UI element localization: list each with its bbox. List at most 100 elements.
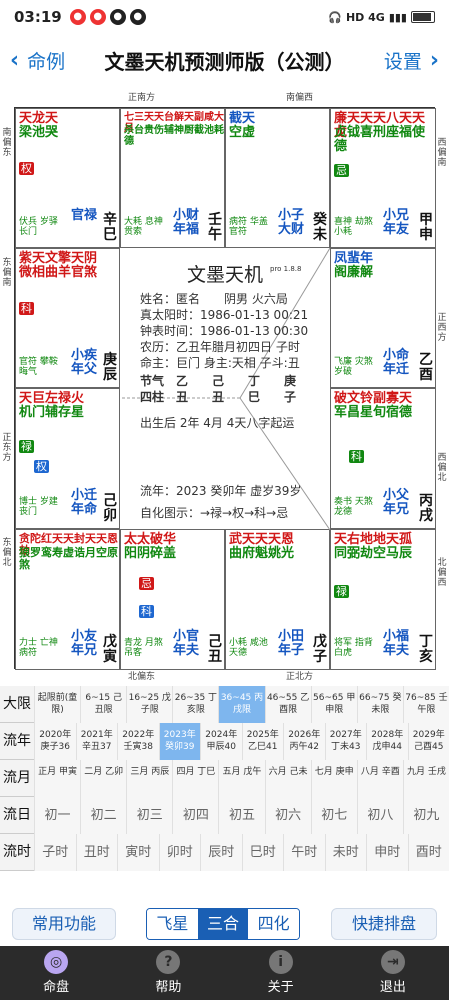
sihua-legend: 自化图示：→禄→权→科→忌 <box>140 506 289 520</box>
settings-button[interactable]: 设置 › <box>384 47 439 74</box>
back-button[interactable]: ‹ 命例 <box>10 47 65 74</box>
liuri-cell[interactable]: 初二 <box>80 797 127 834</box>
liuri-cell[interactable]: 初六 <box>264 797 311 834</box>
mode-sanhe[interactable]: 三合 <box>197 909 249 939</box>
liuyue-cell[interactable]: 三月 丙辰 <box>126 760 173 797</box>
huaji-badge: 忌 <box>139 577 154 590</box>
palace-stars-2: 杀台贵伤辅神厨截池耗德 <box>124 125 224 147</box>
liushi-cell[interactable]: 申时 <box>366 834 408 871</box>
daxian-cell[interactable]: 26~35 丁亥限 <box>172 686 219 723</box>
daxian-cell[interactable]: 46~55 乙酉限 <box>264 686 311 723</box>
liuri-cell[interactable]: 初一 <box>34 797 81 834</box>
liuyue-cell[interactable]: 二月 乙卯 <box>80 760 127 797</box>
huake-badge: 科 <box>139 605 154 618</box>
palace-cell[interactable]: 武天天天恩 曲府魁姚光 小田 年子 戊子 小耗 咸池 天德 <box>225 529 330 670</box>
tab-chart[interactable]: ◎ 命盘 <box>0 946 112 1000</box>
liuri-cell[interactable]: 初五 <box>218 797 265 834</box>
palace-cell[interactable]: 天龙天 梁池哭 权 官禄 辛巳 伏兵 岁驿 长门 <box>15 108 120 248</box>
liuyue-row: 流月 正月 甲寅 二月 乙卯 三月 丙辰 四月 丁巳 五月 戊午 六月 己未 七月 庚申 八月… <box>0 760 449 797</box>
palace-shensha: 伏兵 岁驿 长门 <box>19 217 58 237</box>
daxian-cell[interactable]: 起限前(童限) <box>34 686 81 723</box>
palace-shensha: 奏书 天煞 龙德 <box>334 497 373 517</box>
liushi-cell[interactable]: 辰时 <box>200 834 242 871</box>
liunian-cell[interactable]: 2027年 丁未43 <box>324 723 366 760</box>
quick-chart-button[interactable]: 快捷排盘 <box>331 908 437 940</box>
palace-cell[interactable]: 天巨左禄火 机门辅存星 禄 权 小迁 年命 己卯 博士 岁建 丧门 <box>15 388 120 529</box>
palace-shensha: 将军 指背 白虎 <box>334 638 373 658</box>
liunian-row: 流年 2020年 庚子36 2021年 辛丑37 2022年 壬寅38 2023年 癸… <box>0 723 449 760</box>
liunian-cell[interactable]: 2021年 辛丑37 <box>75 723 117 760</box>
daxian-cell[interactable]: 56~65 甲申限 <box>310 686 357 723</box>
palace-name: 小子 大财 <box>278 208 305 237</box>
daxian-cells: 起限前(童限) 6~15 己丑限 16~25 戊子限 26~35 丁亥限 36~45 丙… <box>34 686 449 723</box>
palace-cell[interactable]: 天右地地天孤 同弼劫空马辰 禄 小福 年夫 丁亥 将军 指背 白虎 <box>330 529 436 670</box>
liushi-cell[interactable]: 丑时 <box>75 834 117 871</box>
palace-cell[interactable]: 紫天文擎天阴 微相曲羊官煞 科 小疾 年父 庚辰 官符 攀鞍 晦气 <box>15 248 120 388</box>
liushi-cell[interactable]: 午时 <box>283 834 325 871</box>
tab-exit[interactable]: ⇥ 退出 <box>337 946 449 1000</box>
daxian-cell[interactable]: 76~85 壬午限 <box>402 686 449 723</box>
palace-shensha: 大耗 息神 贯索 <box>124 217 163 237</box>
app-notification-icon: ● <box>129 9 146 25</box>
palace-cell[interactable]: 廉天天天八天天龙 贞钺喜刑座福使德 忌 小兄 年友 甲申 喜神 劫煞 小耗 <box>330 108 436 248</box>
liuyue-cell[interactable]: 七月 庚申 <box>310 760 357 797</box>
liuyue-cell[interactable]: 九月 壬戌 <box>402 760 449 797</box>
liuyue-cell[interactable]: 六月 己未 <box>264 760 311 797</box>
direction-label: 正北方 <box>286 672 314 682</box>
common-functions-button[interactable]: 常用功能 <box>12 908 116 940</box>
liushi-cell[interactable]: 未时 <box>324 834 366 871</box>
liunian-cell[interactable]: 2028年 戊申44 <box>366 723 408 760</box>
liuri-cells: 初一 初二 初三 初四 初五 初六 初七 初八 初九 <box>34 797 449 834</box>
status-notification-icons: ● ● ● ● <box>69 9 146 25</box>
liuri-cell[interactable]: 初三 <box>126 797 173 834</box>
chart-center-info: 文墨天机 pro 1.8.8 姓名：匿名 阴男 火六局 真太阳时：1986-01… <box>120 248 330 530</box>
liunian-cell[interactable]: 2024年 甲辰40 <box>200 723 242 760</box>
liushi-cell[interactable]: 子时 <box>34 834 76 871</box>
daxian-cell[interactable]: 6~15 己丑限 <box>80 686 127 723</box>
palace-stars: 武天天天恩 <box>229 532 295 547</box>
palace-cell[interactable]: 贪陀红天天封天天恩劫 狼罗鸾寿虚诰月空原煞 小友 年兄 戊寅 力士 亡神 病符 <box>15 529 120 670</box>
huake-badge: 科 <box>349 450 364 463</box>
tab-help[interactable]: ? 帮助 <box>112 946 224 1000</box>
palace-cell[interactable]: 七三天天台解天副咸大月 杀台贵伤辅神厨截池耗德 小财 年福 壬午 大耗 息神 贯… <box>120 108 225 248</box>
palace-cell[interactable]: 截天 空虚 小子 大财 癸未 病符 华盖 官符 <box>225 108 330 248</box>
daxian-cell[interactable]: 66~75 癸未限 <box>356 686 403 723</box>
liunian-cell[interactable]: 2022年 壬寅38 <box>117 723 159 760</box>
app-notification-icon: ● <box>109 9 126 25</box>
liunian-cell[interactable]: 2026年 丙午42 <box>283 723 325 760</box>
palace-stars-2: 曲府魁姚光 <box>229 546 295 561</box>
palace-name: 小迁 年命 <box>71 488 98 517</box>
liuyue-cell[interactable]: 八月 辛酉 <box>356 760 403 797</box>
liushi-cell[interactable]: 酉时 <box>407 834 449 871</box>
liuri-cell[interactable]: 初四 <box>172 797 219 834</box>
daxian-cell[interactable]: 36~45 丙戌限 <box>218 686 265 723</box>
palace-name: 小疾 年父 <box>71 348 98 377</box>
palace-cell[interactable]: 破文铃副寡天 军昌星旬宿德 科 小父 年兄 丙戌 奏书 天煞 龙德 <box>330 388 436 529</box>
liuyue-cell[interactable]: 四月 丁巳 <box>172 760 219 797</box>
clock-time: 钟表时间：1986-01-13 00:30 <box>140 324 309 338</box>
liunian-cell[interactable]: 2025年 乙巳41 <box>241 723 283 760</box>
headphone-icon: 🎧 <box>328 10 342 24</box>
palace-ganzhi: 乙酉 <box>419 352 433 383</box>
palace-cell[interactable]: 凤蜚年 阁廉解 小命 年迁 乙酉 飞廉 灾煞 岁破 <box>330 248 436 388</box>
liuri-cell[interactable]: 初八 <box>356 797 403 834</box>
palace-grid: 天龙天 梁池哭 权 官禄 辛巳 伏兵 岁驿 长门 七三天天台解天副咸大月 杀台贵… <box>14 107 436 670</box>
mode-sihua[interactable]: 四化 <box>248 909 299 939</box>
liunian-cell[interactable]: 2020年 庚子36 <box>34 723 76 760</box>
liunian-cell[interactable]: 2023年 癸卯39 <box>158 723 200 760</box>
chart-icon: ◎ <box>44 950 69 974</box>
liuri-cell[interactable]: 初九 <box>402 797 449 834</box>
mode-feixing[interactable]: 飞星 <box>147 909 198 939</box>
liushi-cell[interactable]: 卯时 <box>158 834 200 871</box>
tab-about[interactable]: i 关于 <box>225 946 337 1000</box>
palace-ganzhi: 丁亥 <box>419 634 433 665</box>
liushi-cell[interactable]: 寅时 <box>117 834 159 871</box>
palace-cell[interactable]: 太太破华 阳阴碎盖 忌 科 小官 年夫 己丑 青龙 月煞 吊客 <box>120 529 225 670</box>
battery-icon <box>411 11 435 23</box>
liunian-cell[interactable]: 2029年 己酉45 <box>407 723 449 760</box>
liuyue-cell[interactable]: 正月 甲寅 <box>34 760 81 797</box>
liushi-cell[interactable]: 巳时 <box>241 834 283 871</box>
liuri-cell[interactable]: 初七 <box>310 797 357 834</box>
daxian-cell[interactable]: 16~25 戊子限 <box>126 686 173 723</box>
liuyue-cell[interactable]: 五月 戊午 <box>218 760 265 797</box>
